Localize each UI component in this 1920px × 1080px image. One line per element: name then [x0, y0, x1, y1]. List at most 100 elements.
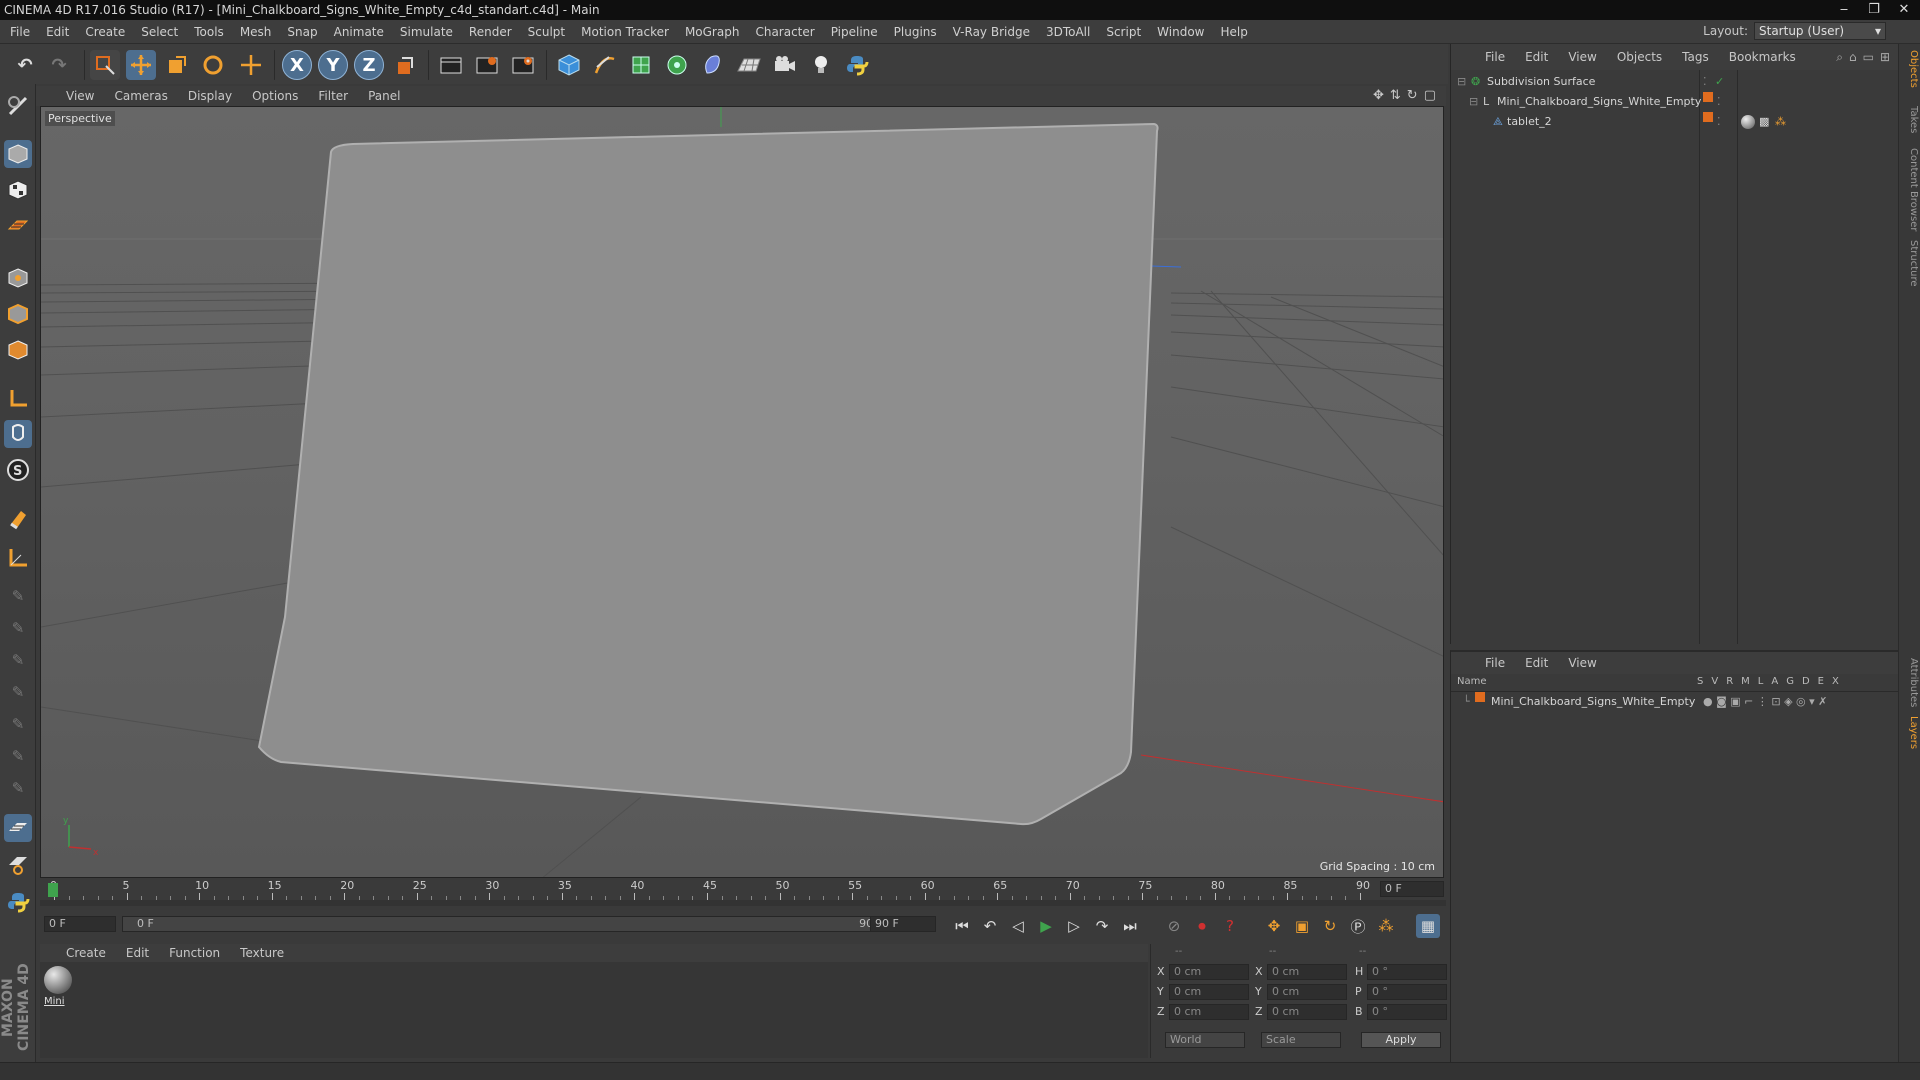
layer-column-flag[interactable]: A [1771, 676, 1778, 687]
visibility-dots-icon[interactable]: ⁚ [1717, 92, 1721, 112]
visibility-dots-icon[interactable]: ⁚ [1703, 72, 1707, 92]
magnet-icon[interactable] [4, 504, 32, 532]
viewport-zoom-icon[interactable]: ⇅ [1390, 88, 1401, 103]
layer-column-flag[interactable]: L [1758, 676, 1764, 687]
apply-button[interactable]: Apply [1361, 1032, 1441, 1048]
autokey-icon[interactable]: ⏺ [1190, 914, 1214, 938]
close-icon[interactable]: ✕ [1896, 0, 1912, 20]
viewport-menu-item-5[interactable]: Panel [368, 89, 400, 103]
menu-item-17[interactable]: 3DToAll [1046, 25, 1090, 39]
menu-item-5[interactable]: Mesh [240, 25, 272, 39]
menu-item-12[interactable]: MoGraph [685, 25, 740, 39]
key-pla-icon[interactable]: ⁂ [1374, 914, 1398, 938]
viewport-rotate-icon[interactable]: ↻ [1407, 88, 1418, 103]
sculpt-pinch-icon[interactable]: ✎ [4, 774, 32, 802]
object-menu-item-0[interactable]: File [1485, 50, 1505, 64]
go-to-end-icon[interactable]: ⏭ [1118, 914, 1142, 938]
make-editable-icon[interactable] [4, 92, 32, 120]
render-settings-icon[interactable] [508, 50, 538, 80]
light-icon[interactable] [806, 50, 836, 80]
cube-primitive-icon[interactable] [554, 50, 584, 80]
uvw-tag-icon[interactable]: ⁂ [1775, 112, 1786, 132]
coord-value-field[interactable]: 0 ° [1367, 984, 1447, 1000]
key-position-icon[interactable]: ✥ [1262, 914, 1286, 938]
layer-color-swatch[interactable] [1703, 92, 1713, 102]
menu-item-16[interactable]: V-Ray Bridge [953, 25, 1030, 39]
move-tool-icon[interactable] [126, 50, 156, 80]
menu-item-2[interactable]: Create [85, 25, 125, 39]
menu-item-11[interactable]: Motion Tracker [581, 25, 669, 39]
undo-icon[interactable]: ↶ [10, 50, 40, 80]
rotate-tool-icon[interactable] [198, 50, 228, 80]
sculpt-flatten-icon[interactable]: ✎ [4, 678, 32, 706]
menu-item-1[interactable]: Edit [46, 25, 69, 39]
x-axis-lock-button[interactable]: X [282, 50, 312, 80]
layout-dropdown[interactable]: Startup (User) [1754, 22, 1886, 40]
previous-key-icon[interactable]: ↶ [978, 914, 1002, 938]
search-icon[interactable]: ⌕ [1836, 50, 1843, 65]
playhead-marker[interactable] [48, 883, 58, 897]
menu-item-20[interactable]: Help [1220, 25, 1247, 39]
home-icon[interactable]: ⌂ [1849, 50, 1857, 65]
menu-item-14[interactable]: Pipeline [831, 25, 878, 39]
coord-value-field[interactable]: 0 ° [1367, 964, 1447, 980]
object-menu-item-2[interactable]: View [1568, 50, 1596, 64]
menu-item-0[interactable]: File [10, 25, 30, 39]
key-scale-icon[interactable]: ▣ [1290, 914, 1314, 938]
start-frame-field[interactable]: 0 F [44, 916, 116, 932]
material-label[interactable]: Mini [44, 996, 65, 1007]
material-menu-item-2[interactable]: Function [169, 946, 220, 960]
viewport-menu-item-3[interactable]: Options [252, 89, 298, 103]
coord-value-field[interactable]: 0 cm [1169, 984, 1249, 1000]
edges-mode-icon[interactable] [4, 300, 32, 328]
timeline-ruler[interactable]: 051015202530354045505560657075808590 0 F [40, 878, 1446, 900]
texture-mode-icon[interactable] [4, 176, 32, 204]
next-frame-icon[interactable]: ▷ [1062, 914, 1086, 938]
texture-tag-icon[interactable]: ▩ [1759, 112, 1769, 132]
solo-mode-icon[interactable]: S [4, 456, 32, 484]
model-mode-icon[interactable] [4, 140, 32, 168]
layer-color-swatch[interactable] [1703, 112, 1713, 122]
timeline-settings-icon[interactable]: ▦ [1416, 914, 1440, 938]
sculpt-grab-icon[interactable]: ✎ [4, 742, 32, 770]
next-key-icon[interactable]: ↷ [1090, 914, 1114, 938]
axis-enable-icon[interactable] [4, 544, 32, 572]
camera-icon[interactable] [770, 50, 800, 80]
render-picture-viewer-icon[interactable] [472, 50, 502, 80]
layer-color-swatch[interactable] [1475, 692, 1485, 702]
object-row-subdivision[interactable]: ⊟ ❂ Subdivision Surface ⁚ ✓ [1451, 72, 1899, 92]
viewport-menu-item-4[interactable]: Filter [318, 89, 348, 103]
object-menu-item-5[interactable]: Bookmarks [1729, 50, 1796, 64]
menu-item-8[interactable]: Simulate [400, 25, 453, 39]
y-axis-lock-button[interactable]: Y [318, 50, 348, 80]
coord-value-field[interactable]: 0 cm [1267, 984, 1347, 1000]
record-keys-icon[interactable]: ⊘ [1162, 914, 1186, 938]
sculpt-tool-icon[interactable]: ✎ [4, 582, 32, 610]
viewport-move-icon[interactable]: ✥ [1373, 88, 1384, 103]
visibility-dots-icon[interactable]: ⁚ [1717, 112, 1721, 132]
menu-item-13[interactable]: Character [755, 25, 814, 39]
render-view-icon[interactable] [436, 50, 466, 80]
object-menu-item-4[interactable]: Tags [1682, 50, 1709, 64]
deformer-icon[interactable] [698, 50, 728, 80]
menu-item-15[interactable]: Plugins [894, 25, 937, 39]
frame-range-slider[interactable]: 0 F 90 F [122, 916, 900, 932]
python-script-icon[interactable] [4, 888, 32, 916]
material-tag-icon[interactable] [1741, 115, 1755, 129]
spline-pen-icon[interactable] [590, 50, 620, 80]
coordinate-mode-dropdown[interactable]: Scale [1261, 1032, 1341, 1048]
current-frame-field[interactable]: 0 F [1380, 881, 1444, 897]
material-menu-item-0[interactable]: Create [66, 946, 106, 960]
key-parameter-icon[interactable]: Ⓟ [1346, 914, 1370, 938]
viewport-menu-item-2[interactable]: Display [188, 89, 232, 103]
menu-item-6[interactable]: Snap [287, 25, 317, 39]
coordinate-system-icon[interactable] [390, 50, 420, 80]
sculpt-inflate-icon[interactable]: ✎ [4, 710, 32, 738]
coord-value-field[interactable]: 0 cm [1267, 964, 1347, 980]
material-menu-item-1[interactable]: Edit [126, 946, 149, 960]
tab-objects[interactable]: Objects [1901, 50, 1919, 88]
layer-column-flag[interactable]: V [1711, 676, 1718, 687]
layer-menu-item-0[interactable]: File [1485, 656, 1505, 670]
layer-menu-item-2[interactable]: View [1568, 656, 1596, 670]
material-thumbnail[interactable] [44, 966, 72, 994]
